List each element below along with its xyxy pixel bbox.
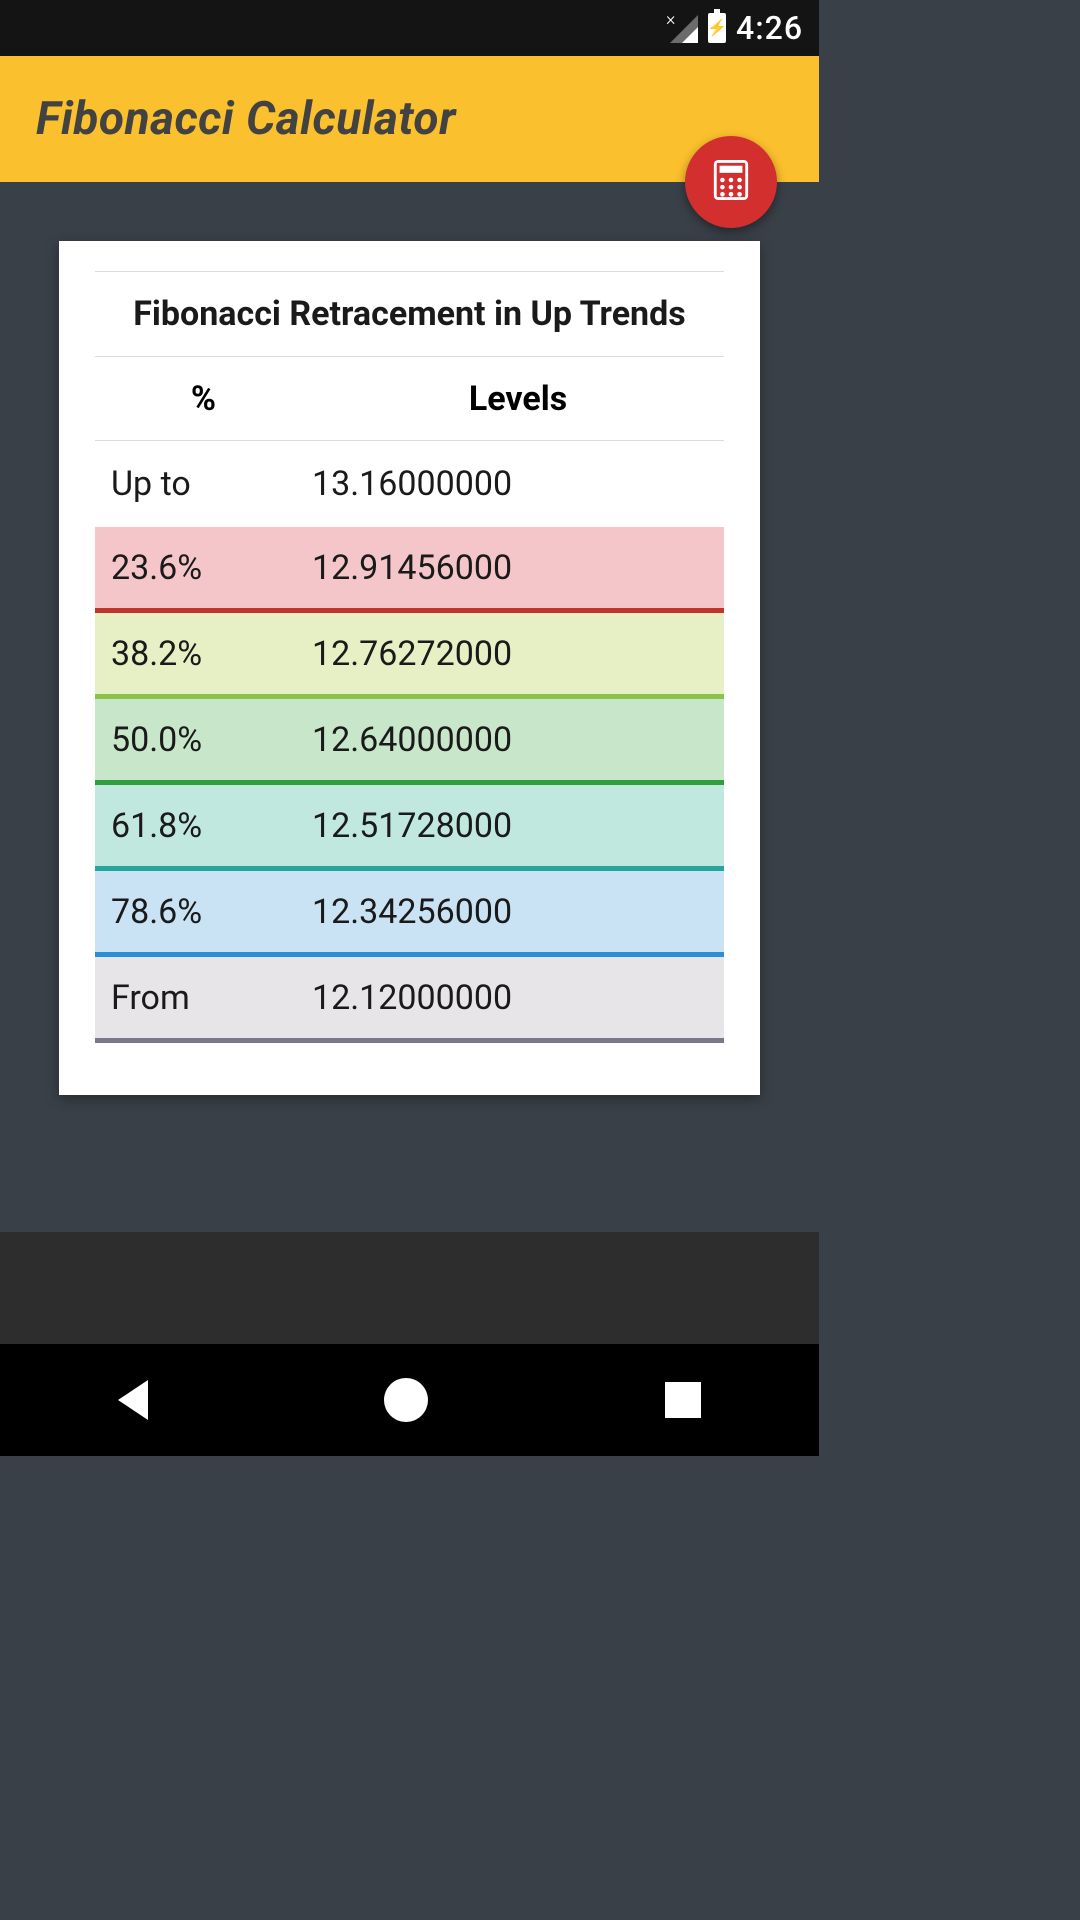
table-row: Up to 13.16000000 (95, 441, 724, 527)
row-label: 61.8% (95, 806, 312, 846)
row-level: 12.91456000 (312, 548, 724, 588)
row-level: 13.16000000 (312, 464, 724, 504)
row-label: 23.6% (95, 548, 312, 588)
row-level: 12.51728000 (312, 806, 724, 846)
battery-charging-icon: ⚡ (708, 13, 726, 43)
row-level: 12.76272000 (312, 634, 724, 674)
row-label: From (95, 978, 312, 1018)
card-title: Fibonacci Retracement in Up Trends (95, 294, 724, 334)
table-row: 50.0% 12.64000000 (95, 699, 724, 785)
calculator-icon (713, 160, 749, 204)
row-label: 50.0% (95, 720, 312, 760)
row-label: 78.6% (95, 892, 312, 932)
column-header-levels: Levels (312, 379, 724, 419)
page-title: Fibonacci Calculator (36, 92, 456, 146)
table-row: 61.8% 12.51728000 (95, 785, 724, 871)
table-header: % Levels (95, 357, 724, 441)
status-clock: 4:26 (736, 9, 803, 47)
bottom-strip (0, 1232, 819, 1344)
row-level: 12.64000000 (312, 720, 724, 760)
nav-recent-button[interactable] (665, 1382, 701, 1418)
row-level: 12.12000000 (312, 978, 724, 1018)
signal-icon: × (668, 13, 698, 43)
navigation-bar (0, 1344, 819, 1456)
row-label: 38.2% (95, 634, 312, 674)
column-header-percent: % (95, 379, 312, 419)
row-label: Up to (95, 464, 312, 504)
table-row: 78.6% 12.34256000 (95, 871, 724, 957)
table-row: From 12.12000000 (95, 957, 724, 1043)
table-row: 38.2% 12.76272000 (95, 613, 724, 699)
nav-back-button[interactable] (118, 1380, 148, 1420)
row-level: 12.34256000 (312, 892, 724, 932)
retracement-card: Fibonacci Retracement in Up Trends % Lev… (59, 241, 760, 1095)
nav-home-button[interactable] (384, 1378, 428, 1422)
status-bar: × ⚡ 4:26 (0, 0, 819, 56)
table-row: 23.6% 12.91456000 (95, 527, 724, 613)
calculator-fab[interactable] (685, 136, 777, 228)
